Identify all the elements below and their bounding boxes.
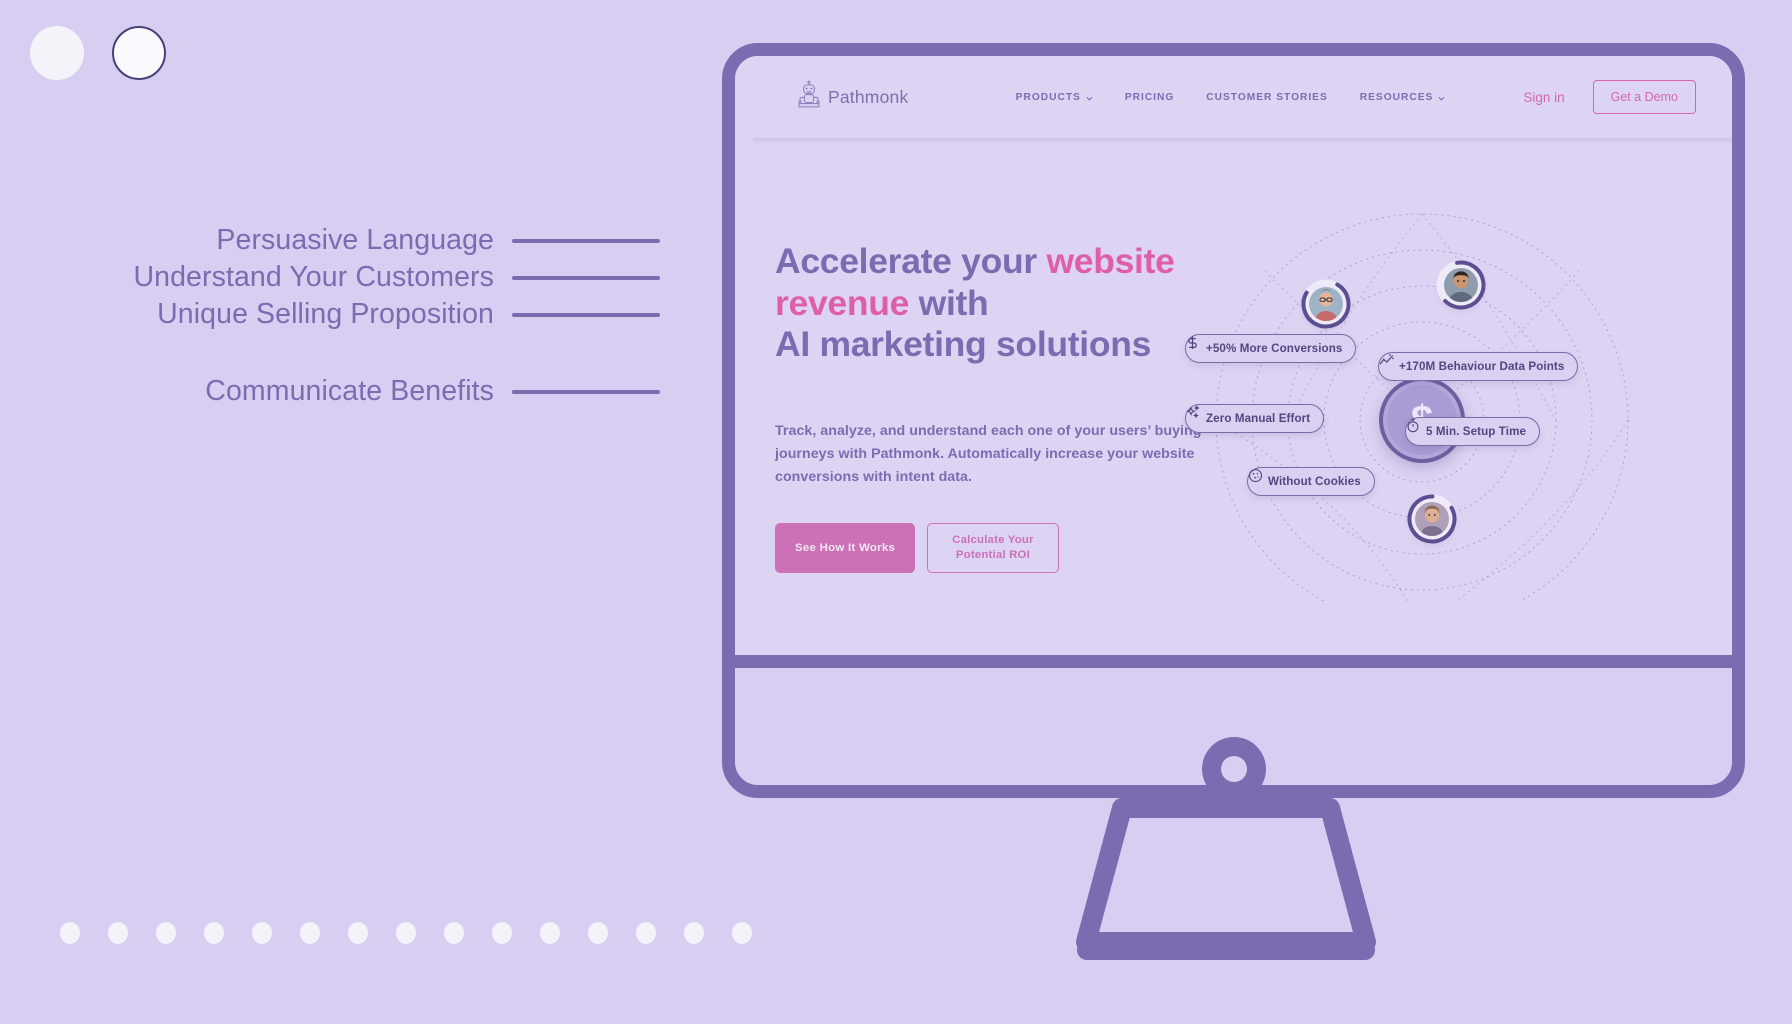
dot-indicator[interactable] [300,922,320,944]
avatar-user-1[interactable] [1301,279,1351,329]
list-item[interactable]: Understand Your Customers [0,261,660,294]
nav-item-products[interactable]: PRODUCTS [1016,92,1093,103]
monitor-screen: Pathmonk PRODUCTS PRICING CUSTOMER STORI… [735,56,1732,655]
badge-label: Without Cookies [1268,475,1361,488]
bullet-label: Communicate Benefits [205,375,494,407]
get-a-demo-button[interactable]: Get a Demo [1592,80,1696,114]
avatar-user-3[interactable] [1407,494,1457,544]
dot-indicator[interactable] [252,922,272,944]
monitor-frame: Pathmonk PRODUCTS PRICING CUSTOMER STORI… [722,43,1745,801]
bullet-label: Unique Selling Proposition [157,298,494,330]
meditating-robot-icon [797,80,821,115]
badge-more-conversions[interactable]: +50% More Conversions [1185,334,1357,363]
brand-name: Pathmonk [828,86,909,107]
nav-item-pricing[interactable]: PRICING [1125,92,1174,103]
nav-label: RESOURCES [1359,91,1434,103]
monitor-base [1077,940,1375,960]
monitor-power-button[interactable] [1201,737,1266,801]
dot-indicator[interactable] [108,922,128,944]
dot-indicator[interactable] [60,922,80,944]
dot-indicator[interactable] [684,922,704,944]
dot-indicator[interactable] [444,922,464,944]
chevron-down-icon [1086,94,1093,101]
orbit-rings [1215,213,1629,601]
circle-plain[interactable] [30,26,84,80]
avatar-user-2[interactable] [1436,260,1486,310]
avatar-photo [1415,502,1449,536]
site-header: Pathmonk PRODUCTS PRICING CUSTOMER STORI… [735,56,1732,138]
nav-label: PRICING [1124,91,1175,103]
badge-label: +170M Behaviour Data Points [1399,360,1565,373]
bullet-rule [512,389,660,394]
dot-indicator[interactable] [492,922,512,944]
list-item[interactable]: Unique Selling Proposition [0,298,660,331]
avatar-photo [1309,287,1343,321]
title-highlight: revenue [775,282,910,323]
circle-outlined[interactable] [112,26,166,80]
dot-indicator[interactable] [636,922,656,944]
sign-in-link[interactable]: Sign in [1523,90,1564,105]
avatar-photo [1444,268,1478,302]
hero-paragraph: Track, analyze, and understand each one … [775,422,1202,485]
orbit-graphic: $ +50% More Conversions [1185,171,1732,601]
badge-label: Zero Manual Effort [1206,412,1311,425]
brand-logo[interactable]: Pathmonk [797,80,908,115]
cta-row: See How It Works Calculate Your Potentia… [775,522,1245,574]
nav-item-customer-stories[interactable]: CUSTOMER STORIES [1206,92,1327,103]
monitor-bezel-bar [722,655,1745,668]
bullet-label: Understand Your Customers [133,261,494,293]
badge-label: +50% More Conversions [1206,342,1343,355]
auth-actions: Sign in Get a Demo [1523,80,1696,114]
page-title: Accelerate your website revenue with AI … [775,241,1245,366]
badge-zero-manual-effort[interactable]: Zero Manual Effort [1185,404,1325,433]
dot-indicator[interactable] [156,922,176,944]
title-part: AI marketing solutions [775,324,1152,365]
list-item[interactable]: Persuasive Language [0,224,660,257]
hero-section: Accelerate your website revenue with AI … [775,241,1245,574]
header-divider [753,138,1732,145]
dot-indicator[interactable] [204,922,224,944]
dot-indicator[interactable] [732,922,752,944]
dot-indicator-row [60,922,752,944]
see-how-it-works-button[interactable]: See How It Works [775,522,916,574]
dot-indicator[interactable] [588,922,608,944]
dot-indicator[interactable] [348,922,368,944]
main-nav: PRODUCTS PRICING CUSTOMER STORIES RESOUR… [1016,92,1446,103]
nav-label: CUSTOMER STORIES [1206,91,1328,103]
title-part: with [909,282,989,323]
title-highlight: website [1046,241,1175,281]
chevron-down-icon [1438,94,1445,101]
bullet-rule [512,312,660,317]
title-part: Accelerate your [775,241,1047,281]
badge-setup-time[interactable]: 5 Min. Setup Time [1405,417,1541,446]
badge-without-cookies[interactable]: Without Cookies [1247,467,1375,496]
bullet-list: Persuasive Language Understand Your Cust… [0,224,660,412]
cta-line-2: Potential ROI [955,548,1030,561]
list-item[interactable]: Communicate Benefits [0,375,660,408]
badge-label: 5 Min. Setup Time [1426,425,1527,438]
badge-behaviour-data-points[interactable]: +170M Behaviour Data Points [1378,352,1579,381]
monitor-stand [1076,798,1376,952]
calculate-roi-button[interactable]: Calculate Your Potential ROI [927,522,1059,574]
bullet-label: Persuasive Language [216,224,494,256]
dot-indicator[interactable] [540,922,560,944]
nav-label: PRODUCTS [1015,91,1081,103]
cta-line-1: Calculate Your [952,533,1034,546]
dot-indicator[interactable] [396,922,416,944]
page-root: Persuasive Language Understand Your Cust… [0,0,1792,1024]
bullet-rule [512,238,660,243]
nav-item-resources[interactable]: RESOURCES [1360,92,1446,103]
bullet-rule [512,275,660,280]
